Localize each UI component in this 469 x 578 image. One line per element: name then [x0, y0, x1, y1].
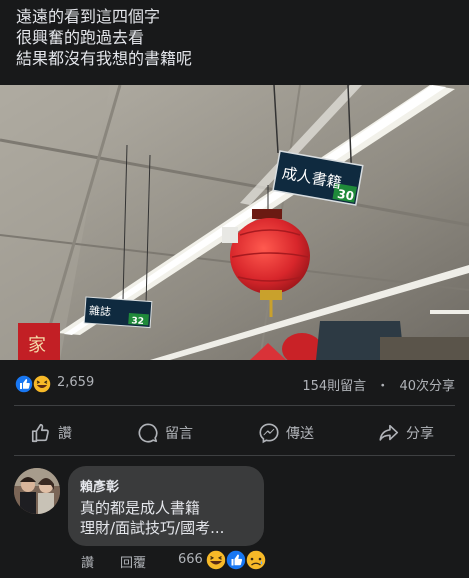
comment-reaction-icons[interactable]	[205, 549, 267, 571]
avatar-photo	[14, 468, 60, 514]
comment-bubble: 賴彥彰 真的都是成人書籍 理財/面試技巧/國考...	[68, 466, 264, 546]
divider	[14, 405, 455, 406]
caption-line: 遠遠的看到這四個字	[16, 7, 161, 26]
sign-number: 30	[336, 187, 355, 204]
banner-char: 家	[28, 335, 46, 356]
post-photo[interactable]: 成人書籍 30 雜誌 32 家	[0, 85, 469, 360]
thumbs-up-icon	[31, 423, 49, 443]
caption-line: 結果都沒有我想的書籍呢	[16, 49, 193, 68]
haha-icon	[32, 374, 52, 394]
sign-text: 雜誌	[89, 303, 112, 319]
comment-button[interactable]: 留言	[137, 417, 193, 449]
sign-magazines: 雜誌 32	[83, 296, 153, 329]
comment-reaction-count[interactable]: 666	[178, 552, 203, 567]
send-label: 傳送	[286, 426, 314, 442]
reaction-icons[interactable]	[14, 374, 54, 394]
reaction-count[interactable]: 2,659	[57, 375, 94, 390]
comment-text-line: 理財/面試技巧/國考...	[80, 519, 225, 537]
send-button[interactable]: 傳送	[258, 417, 314, 449]
comment-text: 真的都是成人書籍 理財/面試技巧/國考...	[80, 498, 224, 538]
bookstore-ceiling-photo: 成人書籍 30 雜誌 32 家	[0, 85, 469, 360]
post-caption: 遠遠的看到這四個字 很興奮的跑過去看 結果都沒有我想的書籍呢	[16, 6, 192, 69]
comment-text-line: 真的都是成人書籍	[80, 499, 201, 517]
share-button[interactable]: 分享	[378, 417, 434, 449]
avatar[interactable]	[14, 468, 60, 514]
comment-share-counts: 154則留言 ・ 40次分享	[302, 375, 455, 394]
messenger-icon	[259, 423, 279, 444]
red-banner: 家	[18, 323, 60, 360]
caption-line: 很興奮的跑過去看	[16, 28, 145, 47]
comment-count[interactable]: 154則留言	[302, 379, 366, 394]
comment-actions: 讚 回覆 666	[0, 549, 469, 574]
share-arrow-icon	[379, 424, 399, 441]
like-button[interactable]: 讚	[30, 417, 72, 449]
comment-author[interactable]: 賴彥彰	[80, 476, 119, 495]
like-icon	[14, 374, 34, 394]
like-icon	[225, 549, 247, 571]
post-action-bar: 讚 留言 傳送 分享	[0, 417, 469, 449]
divider	[14, 455, 455, 456]
haha-icon	[205, 549, 227, 571]
comment-like-button[interactable]: 讚	[81, 552, 94, 571]
share-label: 分享	[406, 426, 434, 442]
stats-separator: ・	[376, 379, 390, 394]
sad-icon	[245, 549, 267, 571]
comment-reply-button[interactable]: 回覆	[120, 552, 146, 571]
post-stats-bar: 2,659 154則留言 ・ 40次分享	[0, 372, 469, 396]
sign-number: 32	[131, 316, 144, 327]
comment-label: 留言	[165, 426, 193, 442]
comment-bubble-icon	[138, 423, 158, 443]
like-label: 讚	[58, 426, 72, 442]
share-count[interactable]: 40次分享	[399, 379, 455, 394]
